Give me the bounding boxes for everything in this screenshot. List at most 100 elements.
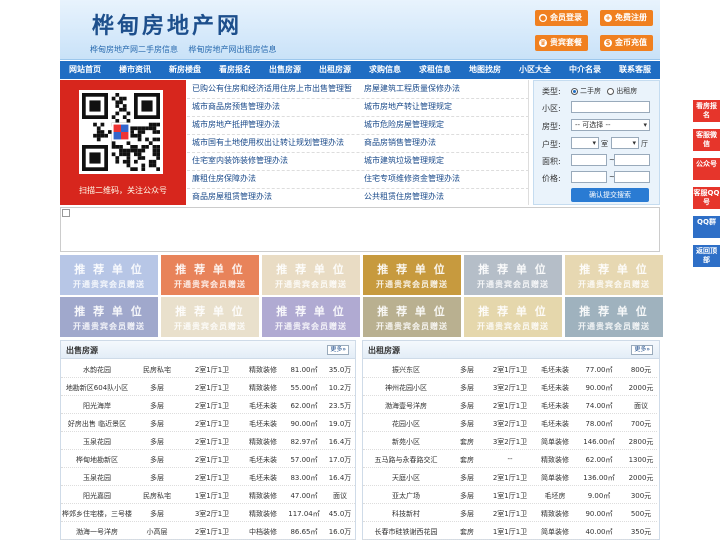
header-subtitle: 桦甸房地产网二手房信息 桦甸房地产网出租房信息 — [90, 44, 285, 55]
table-cell: 毛坯未装 — [541, 420, 569, 428]
site-title[interactable]: 桦甸房地产网 — [92, 8, 242, 40]
nav-item[interactable]: 楼市资讯 — [110, 61, 160, 79]
table-row[interactable]: 振兴东区 多层 2室1厅1卫 毛坯未装 77.00㎡ 800元 — [363, 360, 657, 378]
nav-item[interactable]: 出租房源 — [310, 61, 360, 79]
table-row[interactable]: 玉泉花园 多层 2室1厅1卫 毛坯未装 83.00㎡ 16.4万 — [61, 468, 355, 486]
recharge-button[interactable]: $ 金币充值 — [600, 35, 653, 51]
table-cell: 9.00㎡ — [587, 492, 611, 500]
search-submit-button[interactable]: 确认提交搜索 — [571, 188, 649, 202]
policy-link[interactable]: 商品房销售管理办法 — [364, 137, 436, 148]
side-item[interactable]: 公众号 — [693, 158, 720, 180]
nav-item[interactable]: 看房报名 — [210, 61, 260, 79]
room-select[interactable]: ▾ — [571, 137, 599, 149]
table-cell: 精致装修 — [541, 456, 569, 464]
community-input[interactable] — [571, 101, 650, 113]
subtitle-link-rent[interactable]: 桦甸房地产网出租房信息 — [189, 45, 277, 54]
ad-slot[interactable]: 推 荐 单 位开通贵宾会员赠送 — [565, 255, 663, 295]
table-row[interactable]: 渤海一号洋房 小高层 2室1厅1卫 中档装修 86.65㎡ 16.0万 — [61, 522, 355, 540]
table-row[interactable]: 阳光海岸 多层 2室1厅1卫 毛坯未装 62.00㎡ 23.5万 — [61, 396, 355, 414]
table-cell: 多层 — [460, 384, 474, 392]
policy-link[interactable]: 城市房地产转让管理规定 — [364, 101, 452, 112]
user-icon: ● — [539, 14, 547, 22]
table-row[interactable]: 渤海壹号洋房 多层 2室1厅1卫 毛坯未装 74.00㎡ 面议 — [363, 396, 657, 414]
vip-package-button[interactable]: ♛ 贵宾套餐 — [535, 35, 588, 51]
table-row[interactable]: 天庭小区 多层 2室1厅1卫 简单装修 136.00㎡ 2000元 — [363, 468, 657, 486]
table-row[interactable]: 花园小区 多层 3室2厅1卫 毛坯未装 78.00㎡ 700元 — [363, 414, 657, 432]
policy-link[interactable]: 城市建筑垃圾管理规定 — [364, 155, 444, 166]
ad-slot[interactable]: 推 荐 单 位开通贵宾会员赠送 — [60, 255, 158, 295]
nav-item[interactable]: 出售房源 — [260, 61, 310, 79]
policy-link[interactable]: 商品房屋租赁管理办法 — [192, 191, 272, 202]
nav-item[interactable]: 新房楼盘 — [160, 61, 210, 79]
table-cell: 毛坯未装 — [249, 402, 277, 410]
nav-item[interactable]: 小区大全 — [510, 61, 560, 79]
register-button[interactable]: + 免费注册 — [600, 10, 653, 26]
policy-link[interactable]: 城市国有土地使用权出让转让规划管理办法 — [192, 137, 344, 148]
table-cell: 精致装修 — [249, 510, 277, 518]
table-cell: 45.0万 — [328, 510, 352, 518]
policy-link[interactable]: 廉租住房保障办法 — [192, 173, 256, 184]
policy-link[interactable]: 住宅室内装饰装修管理办法 — [192, 155, 288, 166]
table-row[interactable]: 水韵花园 民房私宅 2室1厅1卫 精致装修 81.00㎡ 35.0万 — [61, 360, 355, 378]
policy-link[interactable]: 城市危险房屋管理规定 — [364, 119, 444, 130]
table-row[interactable]: 地勘新区604队小区 多层 2室1厅1卫 精致装修 55.00㎡ 10.2万 — [61, 378, 355, 396]
ad-slot[interactable]: 推 荐 单 位开通贵宾会员赠送 — [262, 297, 360, 337]
ad-slot[interactable]: 推 荐 单 位开通贵宾会员赠送 — [60, 297, 158, 337]
side-item[interactable]: 看房报名 — [693, 100, 720, 122]
ad-slot[interactable]: 推 荐 单 位开通贵宾会员赠送 — [464, 255, 562, 295]
ad-subtitle: 开通贵宾会员赠送 — [578, 322, 650, 331]
table-row[interactable]: 长春市硅铁谢西花园 套房 1室1厅1卫 简单装修 40.00㎡ 350元 — [363, 522, 657, 540]
radio-rent[interactable] — [607, 87, 615, 95]
nav-item[interactable]: 联系客服 — [610, 61, 660, 79]
login-button[interactable]: ● 会员登录 — [535, 10, 588, 26]
nav-item[interactable]: 地图找房 — [460, 61, 510, 79]
table-row[interactable]: 桦甸地勘新区 多层 2室1厅1卫 毛坯未装 57.00㎡ 17.0万 — [61, 450, 355, 468]
table-row[interactable]: 桦郊乡住宅楼，三号楼 多层 3室2厅1卫 精致装修 117.04㎡ 45.0万 — [61, 504, 355, 522]
house-type-select[interactable]: -- 可选择 -- ▾ — [571, 119, 650, 131]
table-row[interactable]: 好房出售 临近景区 多层 2室1厅1卫 毛坯未装 90.00㎡ 19.0万 — [61, 414, 355, 432]
table-row[interactable]: 神州花园小区 多层 3室2厅1卫 毛坯未装 90.00㎡ 2000元 — [363, 378, 657, 396]
ad-slot[interactable]: 推 荐 单 位开通贵宾会员赠送 — [363, 297, 461, 337]
policy-link[interactable]: 城市房地产抵押管理办法 — [192, 119, 280, 130]
side-item[interactable]: QQ群 — [693, 216, 720, 238]
table-row[interactable]: 玉泉花园 多层 2室1厅1卫 精致装修 82.97㎡ 16.4万 — [61, 432, 355, 450]
ad-slot[interactable]: 推 荐 单 位开通贵宾会员赠送 — [565, 297, 663, 337]
price-min-input[interactable] — [571, 171, 607, 183]
radio-rent-label[interactable]: 出租房 — [616, 87, 637, 95]
ad-slot[interactable]: 推 荐 单 位开通贵宾会员赠送 — [464, 297, 562, 337]
table-cell: 好房出售 临近景区 — [67, 420, 127, 428]
ad-subtitle: 开通贵宾会员赠送 — [174, 280, 246, 289]
hall-select[interactable]: ▾ — [611, 137, 639, 149]
ad-slot[interactable]: 推 荐 单 位开通贵宾会员赠送 — [161, 297, 259, 337]
policy-link[interactable]: 已购公有住房和经济适用住房上市出售管理暂 — [192, 83, 352, 94]
community-label: 小区: — [542, 104, 561, 113]
nav-item[interactable]: 中介名录 — [560, 61, 610, 79]
ad-slot[interactable]: 推 荐 单 位开通贵宾会员赠送 — [363, 255, 461, 295]
table-row[interactable]: 阳光嘉园 民房私宅 1室1厅1卫 精致装修 47.00㎡ 面议 — [61, 486, 355, 504]
nav-item[interactable]: 网站首页 — [60, 61, 110, 79]
area-max-input[interactable] — [614, 154, 650, 166]
table-row[interactable]: 新苑小区 套房 3室2厅1卫 简单装修 146.00㎡ 2800元 — [363, 432, 657, 450]
radio-sale-label[interactable]: 二手房 — [580, 87, 601, 95]
ad-slot[interactable]: 推 荐 单 位开通贵宾会员赠送 — [161, 255, 259, 295]
price-max-input[interactable] — [614, 171, 650, 183]
radio-sale[interactable] — [571, 87, 578, 95]
side-item[interactable]: 客服微信 — [693, 129, 720, 151]
nav-item[interactable]: 求购信息 — [360, 61, 410, 79]
recharge-button-label: 金币充值 — [615, 38, 647, 47]
table-row[interactable]: 亚太广场 多层 1室1厅1卫 毛坯房 9.00㎡ 300元 — [363, 486, 657, 504]
policy-link[interactable]: 城市商品房预售管理办法 — [192, 101, 280, 112]
sale-more-link[interactable]: 更多» — [327, 345, 349, 355]
side-item[interactable]: 客服QQ号 — [693, 187, 720, 209]
rent-more-link[interactable]: 更多» — [631, 345, 653, 355]
policy-link[interactable]: 房屋建筑工程质量保修办法 — [364, 83, 460, 94]
policy-link[interactable]: 公共租赁住房管理办法 — [364, 191, 444, 202]
nav-item[interactable]: 求租信息 — [410, 61, 460, 79]
policy-link[interactable]: 住宅专项维修资金管理办法 — [364, 173, 460, 184]
table-row[interactable]: 五马路与永春路交汇 套房 -- 精致装修 62.00㎡ 1300元 — [363, 450, 657, 468]
subtitle-link-sale[interactable]: 桦甸房地产网二手房信息 — [90, 45, 178, 54]
side-item[interactable]: 返回顶部 — [693, 245, 720, 267]
ad-slot[interactable]: 推 荐 单 位开通贵宾会员赠送 — [262, 255, 360, 295]
area-min-input[interactable] — [571, 154, 607, 166]
table-row[interactable]: 科技新村 多层 2室1厅1卫 精致装修 90.00㎡ 500元 — [363, 504, 657, 522]
